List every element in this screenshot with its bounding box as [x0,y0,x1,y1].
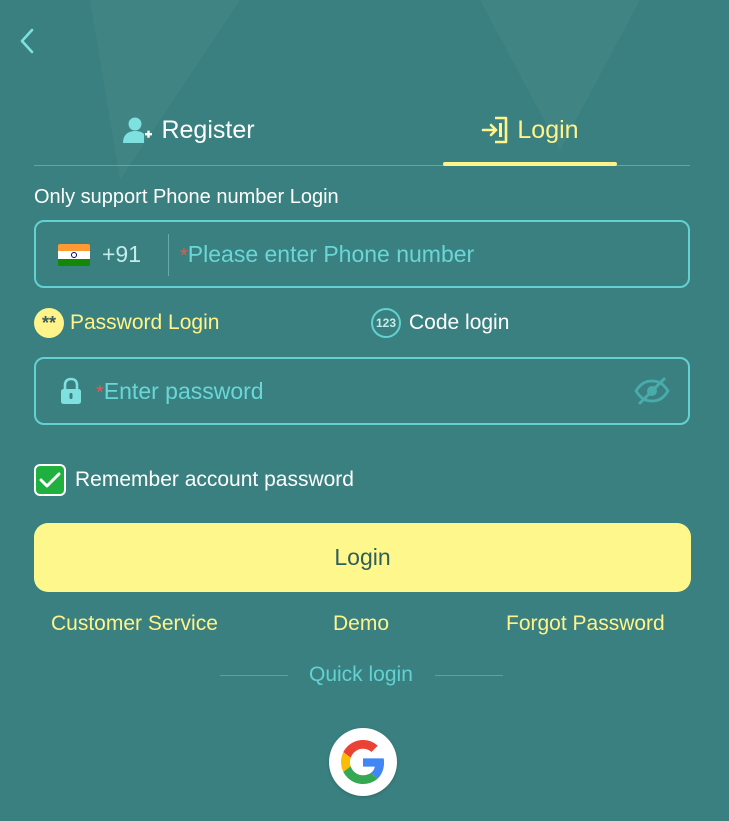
login-button[interactable]: Login [34,523,691,592]
india-flag-icon[interactable] [58,244,90,266]
password-input[interactable]: *Enter password [96,378,264,405]
add-user-icon [123,117,153,143]
phone-input[interactable]: *Please enter Phone number [180,241,474,268]
divider [435,675,503,676]
password-mode-icon: ** [34,308,64,338]
phone-field[interactable]: +91 *Please enter Phone number [34,220,690,288]
tab-login[interactable]: Login [443,95,617,166]
customer-service-link[interactable]: Customer Service [51,612,218,636]
remember-password[interactable]: Remember account password [34,464,354,496]
required-mark: * [180,245,188,267]
country-code[interactable]: +91 [102,241,141,268]
password-placeholder: Enter password [103,378,264,404]
login-hint: Only support Phone number Login [34,186,339,208]
code-login-label: Code login [409,311,510,334]
tab-register-label: Register [161,115,255,144]
demo-link[interactable]: Demo [333,612,389,636]
phone-placeholder: Please enter Phone number [187,241,475,267]
forgot-password-link[interactable]: Forgot Password [506,612,665,636]
auth-tabs: Register Login [34,95,690,166]
active-tab-indicator [443,162,617,166]
back-button[interactable] [14,26,42,56]
remember-checkbox[interactable] [34,464,66,496]
tab-login-label: Login [517,115,579,144]
remember-label: Remember account password [75,468,354,491]
divider [168,234,169,276]
divider [220,675,288,676]
google-login-button[interactable] [329,728,397,796]
chevron-left-icon [20,28,34,54]
password-field[interactable]: *Enter password [34,357,690,425]
google-icon [341,740,385,784]
login-door-icon [482,116,508,144]
eye-off-icon[interactable] [634,375,670,407]
tab-register[interactable]: Register [104,95,274,165]
required-mark: * [96,382,104,404]
password-login-option[interactable]: ** Password Login [34,308,219,338]
lock-icon [61,377,81,404]
code-mode-icon: 123 [371,308,401,338]
quick-login-label: Quick login [309,663,413,686]
checkmark-icon [39,472,61,488]
password-login-label: Password Login [70,311,220,334]
code-login-option[interactable]: 123 Code login [371,308,509,338]
